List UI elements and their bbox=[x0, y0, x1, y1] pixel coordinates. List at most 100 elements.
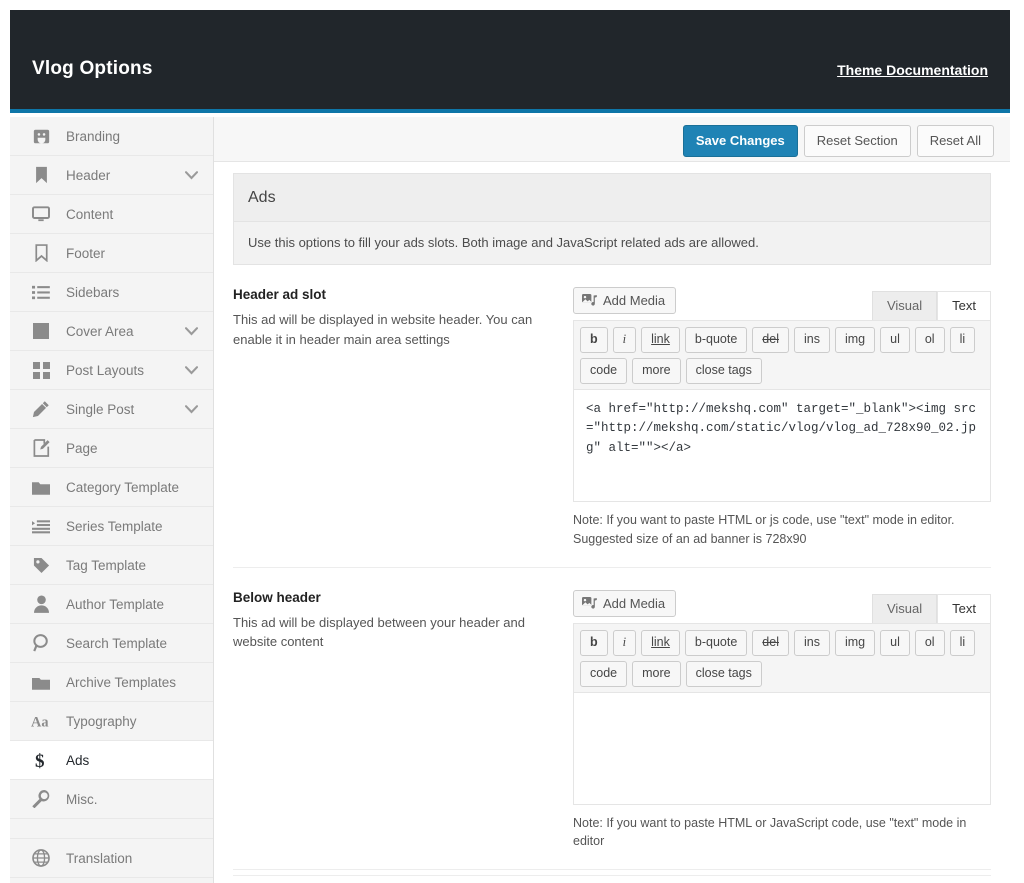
quicktag-close-tags-button[interactable]: close tags bbox=[686, 358, 762, 384]
ad-code-textarea[interactable] bbox=[573, 693, 991, 805]
tab-visual[interactable]: Visual bbox=[872, 291, 937, 320]
quicktag-ul-button[interactable]: ul bbox=[880, 630, 910, 656]
search-icon bbox=[30, 633, 52, 653]
quicktags-toolbar: bilinkb-quotedelinsimgulolli codemoreclos… bbox=[573, 623, 991, 693]
sidebar-item-cover-area[interactable]: Cover Area bbox=[10, 312, 213, 351]
branding-icon bbox=[30, 126, 52, 146]
sidebar-item-label: Ads bbox=[66, 753, 213, 768]
wrench-icon bbox=[30, 789, 52, 809]
sidebar-item-series-template[interactable]: Series Template bbox=[10, 507, 213, 546]
ad-code-textarea[interactable] bbox=[573, 390, 991, 502]
sidebar-spacer bbox=[10, 819, 213, 839]
field-control-column: Add MediaVisualTextbilinkb-quotedelinsim… bbox=[573, 287, 991, 549]
quicktag-close-tags-button[interactable]: close tags bbox=[686, 661, 762, 687]
media-icon bbox=[582, 293, 597, 308]
quicktag-del-button[interactable]: del bbox=[752, 327, 789, 353]
sidebar-item-ads[interactable]: $ Ads bbox=[10, 741, 213, 780]
ad-field: Below headerThis ad will be displayed be… bbox=[233, 568, 991, 871]
svg-text:$: $ bbox=[35, 751, 45, 770]
sidebar-item-label: Single Post bbox=[66, 402, 181, 417]
quicktag-b-button[interactable]: b bbox=[580, 327, 608, 353]
save-changes-button[interactable]: Save Changes bbox=[683, 125, 798, 157]
quicktag-img-button[interactable]: img bbox=[835, 630, 875, 656]
sidebar-item-tag-template[interactable]: Tag Template bbox=[10, 546, 213, 585]
square-icon bbox=[30, 321, 52, 341]
reset-all-button[interactable]: Reset All bbox=[917, 125, 994, 157]
editor-top-bar: Add Media VisualText bbox=[573, 590, 991, 623]
sidebar-item-search-template[interactable]: Search Template bbox=[10, 624, 213, 663]
quicktag-li-button[interactable]: li bbox=[950, 327, 976, 353]
svg-text:Aa: Aa bbox=[31, 714, 48, 728]
quicktag-code-button[interactable]: code bbox=[580, 358, 627, 384]
sidebar-item-footer[interactable]: Footer bbox=[10, 234, 213, 273]
section-title: Ads bbox=[234, 174, 990, 222]
sidebar-item-author-template[interactable]: Author Template bbox=[10, 585, 213, 624]
sidebar-item-label: Header bbox=[66, 168, 181, 183]
sidebar-item-label: Archive Templates bbox=[66, 675, 213, 690]
quicktag-more-button[interactable]: more bbox=[632, 358, 680, 384]
sidebar-item-branding[interactable]: Branding bbox=[10, 117, 213, 156]
chevron-down-icon[interactable] bbox=[181, 366, 201, 375]
quicktag-link-button[interactable]: link bbox=[641, 327, 680, 353]
sidebar-item-typography[interactable]: AaTypography bbox=[10, 702, 213, 741]
quicktag-del-button[interactable]: del bbox=[752, 630, 789, 656]
quicktag-b-quote-button[interactable]: b-quote bbox=[685, 327, 747, 353]
tab-text[interactable]: Text bbox=[937, 594, 991, 623]
user-icon bbox=[30, 594, 52, 614]
sidebar-item-archive-templates[interactable]: Archive Templates bbox=[10, 663, 213, 702]
sidebar-item-label: Search Template bbox=[66, 636, 213, 651]
action-bar: Save Changes Reset Section Reset All bbox=[214, 117, 1010, 162]
tab-text[interactable]: Text bbox=[937, 291, 991, 320]
section-header: Ads Use this options to fill your ads sl… bbox=[233, 173, 991, 265]
chevron-down-icon[interactable] bbox=[181, 171, 201, 180]
add-media-button[interactable]: Add Media bbox=[573, 590, 676, 617]
wp-editor: Add MediaVisualTextbilinkb-quotedelinsim… bbox=[573, 590, 991, 852]
chevron-down-icon[interactable] bbox=[181, 327, 201, 336]
bookmark-filled-icon bbox=[30, 165, 52, 185]
field-label-column: Below headerThis ad will be displayed be… bbox=[233, 590, 573, 852]
chevron-down-icon[interactable] bbox=[181, 405, 201, 414]
add-media-button[interactable]: Add Media bbox=[573, 287, 676, 314]
quicktag-b-quote-button[interactable]: b-quote bbox=[685, 630, 747, 656]
quicktag-ol-button[interactable]: ol bbox=[915, 630, 945, 656]
tab-visual[interactable]: Visual bbox=[872, 594, 937, 623]
quicktag-ul-button[interactable]: ul bbox=[880, 327, 910, 353]
sidebar-item-label: Misc. bbox=[66, 792, 213, 807]
pencil-icon bbox=[30, 399, 52, 419]
quicktag-li-button[interactable]: li bbox=[950, 630, 976, 656]
reset-section-button[interactable]: Reset Section bbox=[804, 125, 911, 157]
quicktag-i-button[interactable]: i bbox=[613, 630, 636, 656]
sidebar-item-translation[interactable]: Translation bbox=[10, 839, 213, 878]
list-icon bbox=[30, 282, 52, 302]
sidebar-item-label: Author Template bbox=[66, 597, 213, 612]
sidebar-item-label: Sidebars bbox=[66, 285, 213, 300]
sidebar-item-label: Branding bbox=[66, 129, 213, 144]
bottom-divider bbox=[233, 875, 991, 876]
quicktag-img-button[interactable]: img bbox=[835, 327, 875, 353]
sidebar-item-label: Series Template bbox=[66, 519, 213, 534]
quicktag-link-button[interactable]: link bbox=[641, 630, 680, 656]
quicktag-more-button[interactable]: more bbox=[632, 661, 680, 687]
sidebar-item-page[interactable]: Page bbox=[10, 429, 213, 468]
sidebar-item-single-post[interactable]: Single Post bbox=[10, 390, 213, 429]
quicktag-ins-button[interactable]: ins bbox=[794, 327, 830, 353]
field-description: This ad will be displayed in website hea… bbox=[233, 310, 549, 349]
sidebar-item-category-template[interactable]: Category Template bbox=[10, 468, 213, 507]
quicktag-ol-button[interactable]: ol bbox=[915, 327, 945, 353]
main-panel: Ads Use this options to fill your ads sl… bbox=[214, 162, 1010, 883]
sidebar-item-misc[interactable]: Misc. bbox=[10, 780, 213, 819]
editor-mode-tabs: VisualText bbox=[872, 291, 991, 320]
quicktags-toolbar: bilinkb-quotedelinsimgulolli codemoreclos… bbox=[573, 320, 991, 390]
sidebar-item-content[interactable]: Content bbox=[10, 195, 213, 234]
sidebar-item-header[interactable]: Header bbox=[10, 156, 213, 195]
quicktag-b-button[interactable]: b bbox=[580, 630, 608, 656]
sidebar-item-post-layouts[interactable]: Post Layouts bbox=[10, 351, 213, 390]
quicktag-ins-button[interactable]: ins bbox=[794, 630, 830, 656]
tag-icon bbox=[30, 555, 52, 575]
sidebar-item-sidebars[interactable]: Sidebars bbox=[10, 273, 213, 312]
quicktag-code-button[interactable]: code bbox=[580, 661, 627, 687]
sidebar-item-label: Translation bbox=[66, 851, 213, 866]
sidebar-item-label: Page bbox=[66, 441, 213, 456]
theme-documentation-link[interactable]: Theme Documentation bbox=[837, 62, 988, 78]
quicktag-i-button[interactable]: i bbox=[613, 327, 636, 353]
